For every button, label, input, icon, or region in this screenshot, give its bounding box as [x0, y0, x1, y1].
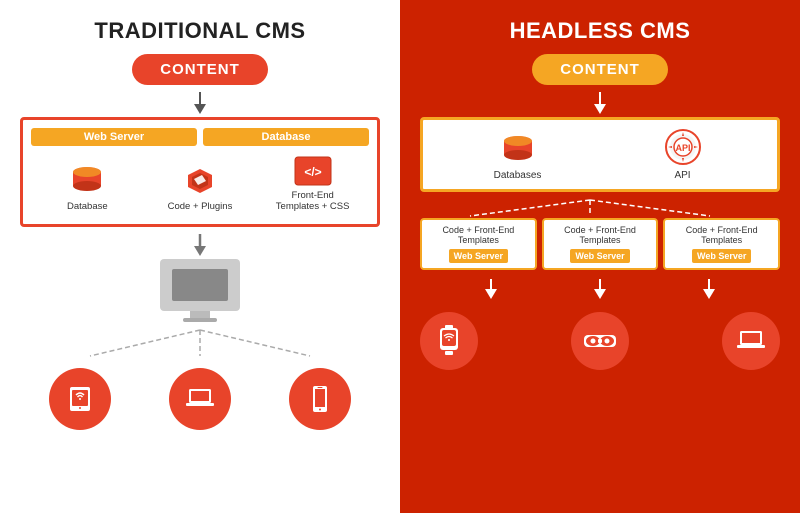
monitor-container — [20, 259, 380, 322]
server-box-1-text: Code + Front-End Templates — [425, 225, 532, 245]
server-boxes-row: Code + Front-End Templates Web Server Co… — [420, 218, 780, 270]
svg-text:API: API — [675, 143, 690, 153]
tablet-device — [49, 368, 111, 430]
code-item-label: Front-End Templates + CSS — [273, 190, 353, 212]
vr-glasses-device — [571, 312, 629, 370]
arrow-headless-content — [420, 92, 780, 114]
headless-database-label: Databases — [494, 170, 542, 181]
headless-api-item: API API — [633, 128, 733, 181]
server-box-1-label: Web Server — [449, 249, 508, 263]
headless-devices-row — [420, 312, 780, 370]
server-box-1: Code + Front-End Templates Web Server — [420, 218, 537, 270]
dashed-lines-servers — [420, 198, 780, 218]
phone-device — [289, 368, 351, 430]
headless-database-item: Databases — [468, 134, 568, 181]
arrow-box-to-monitor — [20, 234, 380, 256]
traditional-devices-row — [20, 368, 380, 430]
plugins-item: Code + Plugins — [160, 165, 240, 212]
database-item-label: Database — [67, 201, 108, 212]
headless-cms-box: Databases API API — [420, 117, 780, 192]
traditional-cms-panel: TRADITIONAL CMS CONTENT Web Server Datab… — [0, 0, 400, 513]
arrow-content-to-box — [20, 92, 380, 114]
webserver-label: Web Server — [31, 128, 197, 146]
server-box-2-text: Code + Front-End Templates — [547, 225, 654, 245]
database-item: Database — [47, 165, 127, 212]
smartwatch-device — [420, 312, 478, 370]
traditional-cms-title: TRADITIONAL CMS — [20, 18, 380, 44]
server-box-2-label: Web Server — [570, 249, 629, 263]
headless-cms-panel: HEADLESS CMS CONTENT Databases — [400, 0, 800, 513]
laptop-device — [169, 368, 231, 430]
server-to-device-arrows — [420, 276, 780, 304]
server-box-2: Code + Front-End Templates Web Server — [542, 218, 659, 270]
dashed-connections — [30, 328, 370, 358]
headless-content-pill: CONTENT — [532, 54, 668, 85]
traditional-cms-box: Web Server Database Database — [20, 117, 380, 227]
code-item: </> Front-End Templates + CSS — [273, 156, 353, 212]
headless-cms-title: HEADLESS CMS — [420, 18, 780, 44]
svg-text:</>: </> — [304, 165, 321, 179]
database-label-header: Database — [203, 128, 369, 146]
server-box-3-text: Code + Front-End Templates — [668, 225, 775, 245]
headless-api-label: API — [674, 170, 690, 181]
plugins-item-label: Code + Plugins — [168, 201, 233, 212]
server-box-3: Code + Front-End Templates Web Server — [663, 218, 780, 270]
traditional-content-pill: CONTENT — [132, 54, 268, 85]
server-box-3-label: Web Server — [692, 249, 751, 263]
headless-laptop-device — [722, 312, 780, 370]
